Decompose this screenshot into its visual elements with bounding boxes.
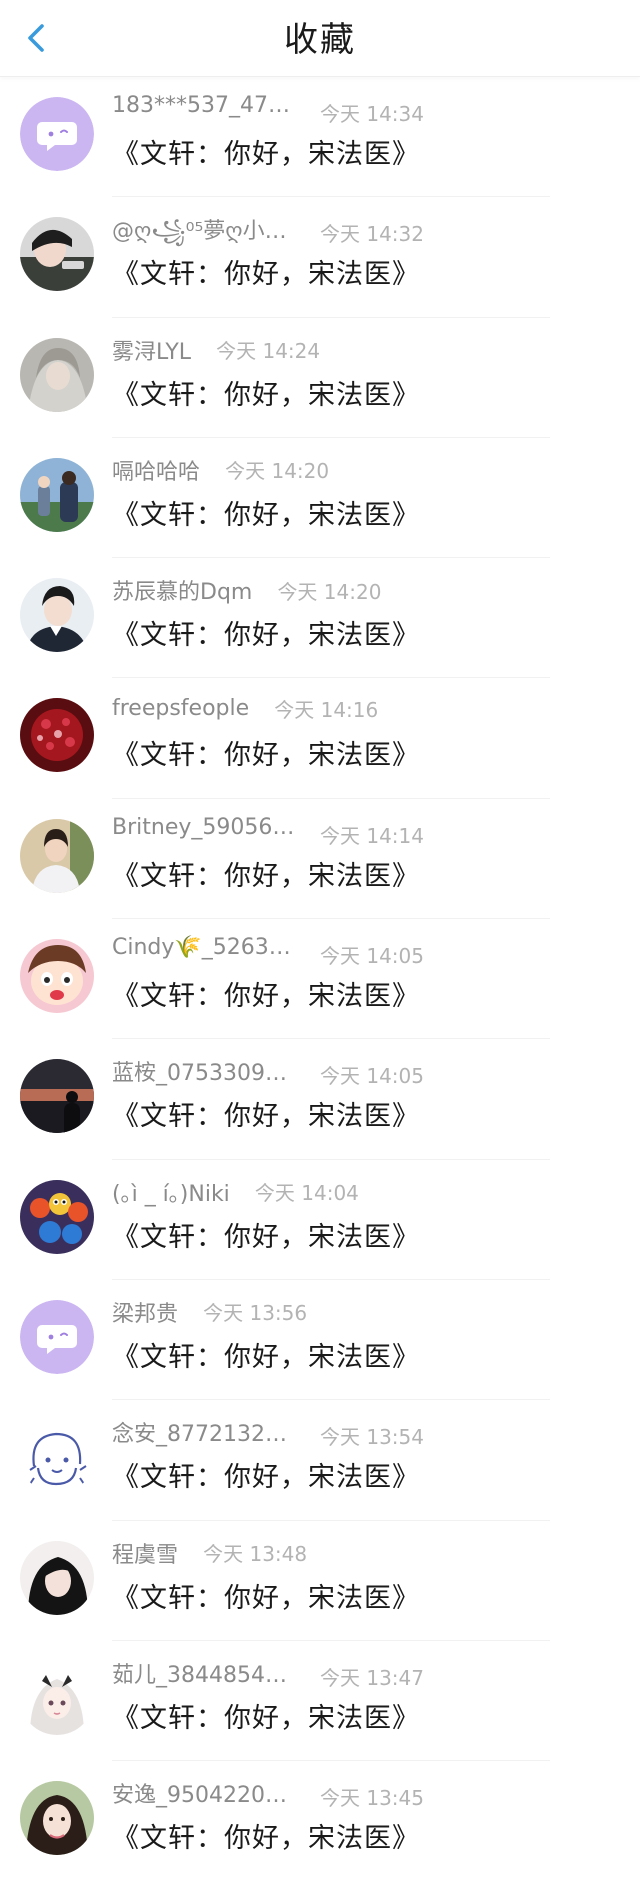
timestamp: 今天 14:24 [216, 339, 321, 364]
message-text: 《文轩：你好，宋法医》 [112, 1823, 420, 1855]
user-name: 茹儿_3844854… [112, 1662, 287, 1688]
list-item[interactable]: (｡ì _ í｡)Niki 今天 14:04 《文轩：你好，宋法医》 [0, 1160, 640, 1280]
photo-avatar-icon[interactable] [20, 1059, 94, 1134]
user-name: 念安_8772132… [112, 1422, 287, 1448]
message-text: 《文轩：你好，宋法医》 [112, 259, 420, 291]
chat-bubble-avatar-icon[interactable] [20, 97, 94, 171]
timestamp: 今天 13:48 [203, 1542, 308, 1567]
timestamp: 今天 14:16 [274, 698, 379, 723]
user-name: Cindy🌾_5263… [112, 935, 291, 961]
timestamp: 今天 14:20 [277, 579, 382, 604]
user-name: 梁邦贵 [112, 1301, 179, 1327]
message-text: 《文轩：你好，宋法医》 [112, 1582, 420, 1614]
timestamp: 今天 13:56 [203, 1301, 308, 1326]
timestamp: 今天 14:20 [225, 459, 330, 484]
sketch-avatar-icon[interactable] [20, 1420, 94, 1495]
timestamp: 今天 14:05 [320, 1064, 424, 1089]
timestamp: 今天 13:47 [320, 1665, 424, 1690]
message-text: 《文轩：你好，宋法医》 [112, 499, 420, 531]
app-header: 收藏 [0, 0, 640, 77]
list-item[interactable]: Britney_59056… 今天 14:14 《文轩：你好，宋法医》 [0, 799, 640, 920]
user-name: 嗝哈哈哈 [112, 459, 201, 485]
list-item[interactable]: 念安_8772132… 今天 13:54 《文轩：你好，宋法医》 [0, 1400, 640, 1521]
cartoon-avatar-icon[interactable] [20, 1179, 94, 1254]
user-name: (｡ì _ í｡)Niki [112, 1181, 230, 1207]
message-text: 《文轩：你好，宋法医》 [112, 1221, 420, 1253]
anime-avatar-icon[interactable] [20, 1660, 94, 1735]
photo-avatar-icon[interactable] [20, 1781, 94, 1856]
message-text: 《文轩：你好，宋法医》 [112, 1341, 420, 1373]
message-text: 《文轩：你好，宋法医》 [112, 379, 420, 411]
list-item[interactable]: Cindy🌾_5263… 今天 14:05 《文轩：你好，宋法医》 [0, 919, 640, 1040]
photo-avatar-icon[interactable] [20, 578, 94, 653]
list-item[interactable]: @ღ꧁⁰⁵夢ღ小ღ… 今天 14:32 《文轩：你好，宋法医》 [0, 197, 640, 318]
user-name: 程虞雪 [112, 1542, 179, 1568]
message-text: 《文轩：你好，宋法医》 [112, 1462, 420, 1494]
photo-avatar-icon[interactable] [20, 457, 94, 532]
message-text: 《文轩：你好，宋法医》 [112, 139, 420, 170]
message-text: 《文轩：你好，宋法医》 [112, 1101, 420, 1133]
list-item[interactable]: 茹儿_3844854… 今天 13:47 《文轩：你好，宋法医》 [0, 1641, 640, 1762]
page-title: 收藏 [284, 20, 356, 60]
photo-avatar-icon[interactable] [20, 698, 94, 773]
list-item[interactable]: 蓝桉_0753309… 今天 14:05 《文轩：你好，宋法医》 [0, 1039, 640, 1160]
timestamp: 今天 14:32 [320, 222, 424, 247]
timestamp: 今天 14:05 [320, 944, 424, 969]
photo-avatar-icon[interactable] [20, 337, 94, 412]
message-text: 《文轩：你好，宋法医》 [112, 860, 420, 892]
list-item[interactable]: 嗝哈哈哈 今天 14:20 《文轩：你好，宋法医》 [0, 438, 640, 559]
timestamp: 今天 13:54 [320, 1425, 424, 1450]
message-text: 《文轩：你好，宋法医》 [112, 620, 420, 652]
user-name: freepsfeople [112, 696, 250, 722]
message-text: 《文轩：你好，宋法医》 [112, 981, 420, 1013]
user-name: 雾浔LYL [112, 339, 192, 365]
list-item[interactable]: 程虞雪 今天 13:48 《文轩：你好，宋法医》 [0, 1521, 640, 1641]
list-item[interactable]: 雾浔LYL 今天 14:24 《文轩：你好，宋法医》 [0, 318, 640, 438]
timestamp: 今天 13:45 [320, 1786, 424, 1811]
list-item[interactable]: 苏辰慕的Dqm 今天 14:20 《文轩：你好，宋法医》 [0, 558, 640, 679]
user-name: 苏辰慕的Dqm [112, 580, 253, 606]
photo-avatar-icon[interactable] [20, 217, 94, 292]
timestamp: 今天 14:14 [320, 823, 424, 848]
user-name: 蓝桉_0753309… [112, 1061, 287, 1087]
message-text: 《文轩：你好，宋法医》 [112, 1702, 420, 1734]
cartoon-avatar-icon[interactable] [20, 939, 94, 1014]
user-name: 安逸_9504220… [112, 1783, 287, 1809]
user-name: Britney_59056… [112, 814, 295, 840]
chat-bubble-avatar-icon[interactable] [20, 1299, 94, 1374]
timestamp: 今天 14:04 [254, 1181, 359, 1206]
photo-avatar-icon[interactable] [20, 1540, 94, 1615]
list-item[interactable]: 梁邦贵 今天 13:56 《文轩：你好，宋法医》 [0, 1280, 640, 1401]
message-text: 《文轩：你好，宋法医》 [112, 740, 420, 772]
timestamp: 今天 14:34 [320, 102, 424, 126]
list-item[interactable]: 183***537_477… 今天 14:34 《文轩：你好，宋法医》 [0, 77, 640, 198]
user-name: 183***537_477… [112, 93, 297, 118]
list-item[interactable]: 安逸_9504220… 今天 13:45 《文轩：你好，宋法医》 [0, 1761, 640, 1881]
photo-avatar-icon[interactable] [20, 818, 94, 893]
favorites-list: 183***537_477… 今天 14:34 《文轩：你好，宋法医》 @ღ꧁⁰… [0, 77, 640, 1881]
list-item[interactable]: freepsfeople 今天 14:16 《文轩：你好，宋法医》 [0, 678, 640, 799]
